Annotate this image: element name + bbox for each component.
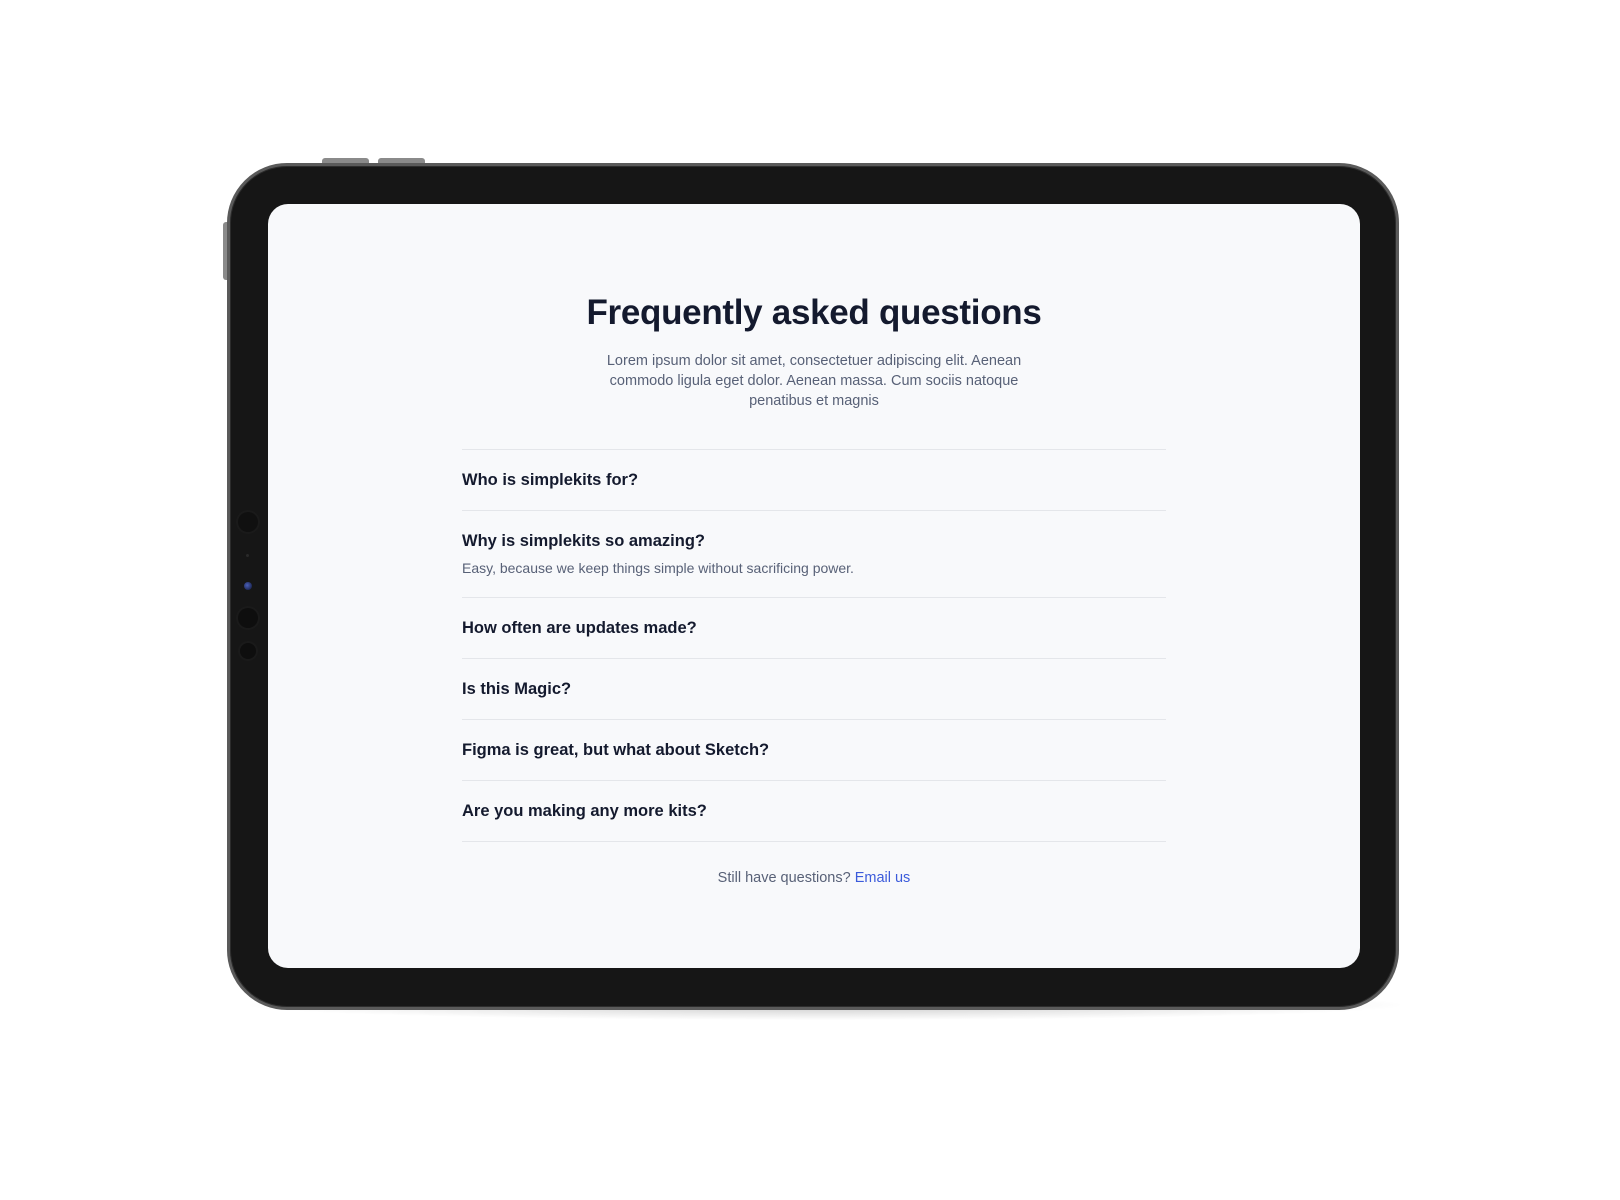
front-camera-lens bbox=[244, 582, 252, 590]
microphone-dot bbox=[246, 554, 249, 557]
faq-item[interactable]: Figma is great, but what about Sketch? bbox=[462, 720, 1166, 781]
faq-question[interactable]: Are you making any more kits? bbox=[462, 801, 1166, 821]
page-subtitle: Lorem ipsum dolor sit amet, consectetuer… bbox=[606, 353, 1022, 409]
stage: Frequently asked questions Lorem ipsum d… bbox=[0, 0, 1620, 1200]
faq-item[interactable]: Who is simplekits for? bbox=[462, 450, 1166, 511]
faq-item[interactable]: Is this Magic? bbox=[462, 659, 1166, 720]
faq-list: Who is simplekits for? Why is simplekits… bbox=[462, 449, 1166, 842]
contact-note: Still have questions? Email us bbox=[268, 870, 1360, 886]
faq-item-expanded[interactable]: Why is simplekits so amazing? Easy, beca… bbox=[462, 511, 1166, 598]
tablet-screen: Frequently asked questions Lorem ipsum d… bbox=[268, 204, 1360, 968]
camera-sensor bbox=[238, 512, 258, 532]
faq-item[interactable]: Are you making any more kits? bbox=[462, 781, 1166, 842]
contact-prompt: Still have questions? bbox=[717, 870, 851, 886]
email-us-link[interactable]: Email us bbox=[855, 870, 911, 886]
page-title: Frequently asked questions bbox=[586, 293, 1042, 332]
face-id-sensor bbox=[238, 608, 258, 628]
faq-question[interactable]: Why is simplekits so amazing? bbox=[462, 531, 1166, 551]
faq-answer: Easy, because we keep things simple with… bbox=[462, 560, 854, 576]
faq-question[interactable]: Who is simplekits for? bbox=[462, 470, 1166, 490]
faq-question[interactable]: Is this Magic? bbox=[462, 679, 1166, 699]
ambient-light-sensor bbox=[240, 643, 256, 659]
faq-question[interactable]: Figma is great, but what about Sketch? bbox=[462, 740, 1166, 760]
faq-question[interactable]: How often are updates made? bbox=[462, 618, 1166, 638]
faq-item[interactable]: How often are updates made? bbox=[462, 598, 1166, 659]
